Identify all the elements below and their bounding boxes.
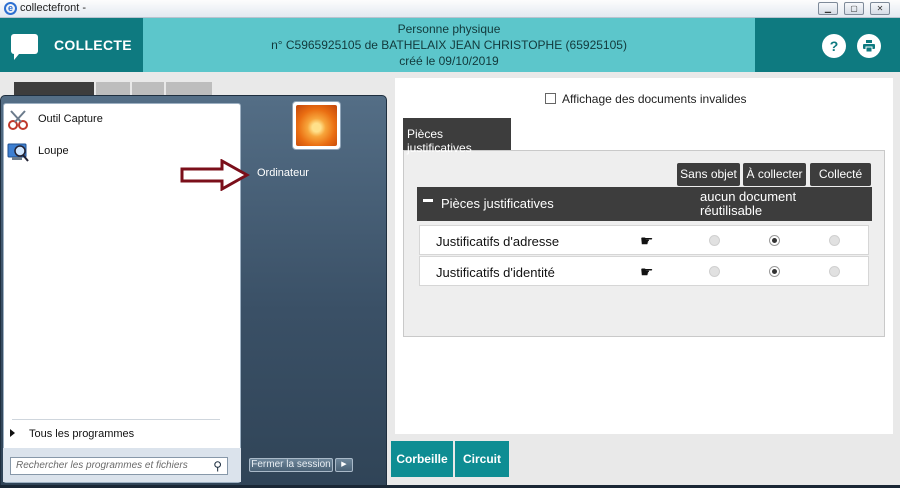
- start-menu-divider: [12, 419, 220, 420]
- user-avatar[interactable]: [292, 101, 341, 150]
- dossier-created-date: créé le 09/10/2019: [399, 54, 499, 68]
- chat-bubble-icon: [11, 34, 38, 60]
- section-title: Pièces justificatives: [441, 196, 554, 211]
- hand-icon[interactable]: ☛: [640, 263, 653, 281]
- dossier-type: Personne physique: [397, 22, 501, 36]
- minimize-button[interactable]: ▁: [818, 2, 838, 15]
- dossier-info: Personne physique n° C5965925105 de BATH…: [143, 18, 755, 72]
- reuse-label-line1: aucun document: [700, 189, 797, 204]
- a-collecter-button[interactable]: À collecter: [743, 163, 806, 186]
- invalid-docs-toggle[interactable]: Affichage des documents invalides: [545, 92, 747, 106]
- document-label: Justificatifs d'identité: [436, 265, 555, 280]
- invalid-docs-label: Affichage des documents invalides: [562, 92, 747, 106]
- app-brand[interactable]: COLLECTE: [0, 18, 143, 72]
- sans-objet-button[interactable]: Sans objet: [677, 163, 740, 186]
- document-row: Justificatifs d'identité ☛: [419, 256, 869, 286]
- all-programs-label: Tous les programmes: [29, 428, 135, 440]
- window-titlebar: e collectefront - ▁ ▢ ✕: [0, 0, 900, 18]
- corbeille-button[interactable]: Corbeille: [391, 441, 453, 477]
- radio-sans-objet[interactable]: [709, 266, 720, 277]
- reuse-label-line2: réutilisable: [700, 203, 763, 218]
- logoff-button[interactable]: Fermer la session: [249, 458, 333, 472]
- start-search-input[interactable]: Rechercher les programmes et fichiers ⚲: [10, 457, 228, 475]
- printer-icon: [863, 40, 875, 53]
- reuse-column-header: aucun document réutilisable: [700, 190, 796, 218]
- program-label: Outil Capture: [38, 113, 103, 125]
- program-label: Loupe: [38, 145, 69, 157]
- search-placeholder: Rechercher les programmes et fichiers: [16, 460, 188, 471]
- flower-picture: [296, 105, 337, 146]
- document-label: Justificatifs d'adresse: [436, 234, 560, 249]
- program-outil-capture[interactable]: Outil Capture: [6, 106, 234, 134]
- close-button[interactable]: ✕: [870, 2, 890, 15]
- red-arrow-annotation: [180, 159, 250, 191]
- radio-a-collecter[interactable]: [769, 235, 780, 246]
- snipping-tool-icon: [8, 110, 28, 130]
- invalid-docs-checkbox[interactable]: [545, 93, 556, 104]
- radio-a-collecter[interactable]: [769, 266, 780, 277]
- header-actions: ?: [755, 18, 900, 72]
- ie-icon: e: [4, 2, 17, 15]
- section-header[interactable]: Pièces justificatives aucun document réu…: [417, 187, 872, 221]
- maximize-button[interactable]: ▢: [844, 2, 864, 15]
- app-name: COLLECTE: [54, 37, 132, 53]
- collecte-button[interactable]: Collecté: [810, 163, 871, 186]
- search-icon[interactable]: ⚲: [213, 459, 222, 473]
- print-button[interactable]: [857, 34, 881, 58]
- window-title: collectefront -: [20, 2, 87, 14]
- radio-collecte[interactable]: [829, 266, 840, 277]
- start-item-ordinateur[interactable]: Ordinateur: [257, 167, 309, 179]
- shutdown-options-button[interactable]: ▶: [335, 458, 353, 472]
- hand-icon[interactable]: ☛: [640, 232, 653, 250]
- radio-collecte[interactable]: [829, 235, 840, 246]
- help-button[interactable]: ?: [822, 34, 846, 58]
- tab-pieces-justificatives[interactable]: Pièces justificatives: [403, 118, 511, 155]
- triangle-right-icon: [10, 429, 15, 437]
- all-programs-link[interactable]: Tous les programmes: [10, 428, 134, 440]
- document-row: Justificatifs d'adresse ☛: [419, 225, 869, 255]
- circuit-button[interactable]: Circuit: [455, 441, 509, 477]
- magnifier-icon: [7, 143, 29, 162]
- dossier-number: n° C5965925105 de BATHELAIX JEAN CHRISTO…: [271, 38, 627, 52]
- collapse-icon[interactable]: [423, 199, 433, 202]
- radio-sans-objet[interactable]: [709, 235, 720, 246]
